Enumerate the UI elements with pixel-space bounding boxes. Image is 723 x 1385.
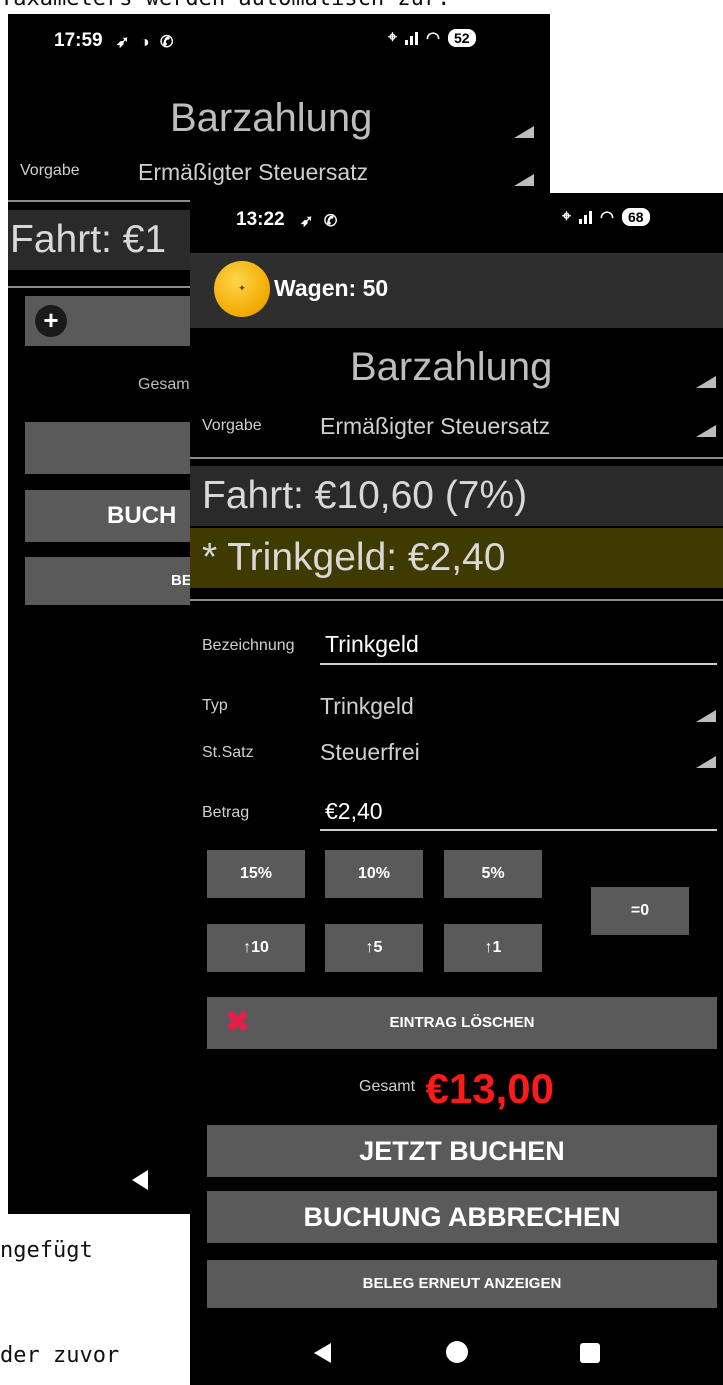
- bird-icon: ➶: [300, 213, 314, 230]
- moon-icon: ◑: [139, 34, 150, 51]
- amount-input-underline: [320, 829, 717, 831]
- preset-label: Vorgabe: [202, 417, 262, 434]
- front-phone-screenshot: 13:22 ➶ ✆ ⌖ ◠ 68 ✦ Wagen: 50 Barzahlung …: [190, 193, 723, 1385]
- delete-x-icon: ✖: [225, 1006, 251, 1039]
- tax-rate-select[interactable]: Steuerfrei: [320, 739, 420, 766]
- preset-select[interactable]: Ermäßigter Steuersatz: [138, 159, 368, 186]
- status-bar: 17:59 ➶ ◑ ✆ ⌖ ◠ 52: [8, 14, 550, 74]
- location-icon: ⌖: [388, 29, 398, 46]
- book-now-button[interactable]: JETZT BUCHEN: [207, 1125, 717, 1177]
- amount-input[interactable]: €2,40: [325, 798, 383, 825]
- line-item-tip-selected[interactable]: * Trinkgeld: €2,40: [190, 528, 723, 588]
- reset-zero-button[interactable]: =0: [591, 887, 689, 935]
- name-input[interactable]: Trinkgeld: [325, 631, 419, 658]
- location-icon: ⌖: [562, 208, 572, 225]
- app-logo: ✦: [214, 261, 270, 317]
- status-time: 13:22: [236, 209, 285, 230]
- name-label: Bezeichnung: [202, 637, 295, 654]
- round-up-5-button[interactable]: ↑5: [325, 924, 423, 972]
- amount-label: Betrag: [202, 804, 250, 821]
- back-nav-icon[interactable]: [314, 1343, 331, 1363]
- tip-10-percent-button[interactable]: 10%: [325, 850, 423, 898]
- app-bar: ✦ Wagen: 50: [190, 253, 723, 328]
- total-label-partial: Gesam: [138, 376, 190, 393]
- payment-method-select[interactable]: Barzahlung: [350, 345, 552, 390]
- background-text-mid: ngefügt: [0, 1238, 93, 1263]
- cancel-booking-button[interactable]: BUCHUNG ABBRECHEN: [207, 1191, 717, 1243]
- dropdown-arrow-icon: [514, 126, 534, 138]
- notification-icons: ➶ ◑ ✆: [116, 32, 173, 52]
- home-nav-icon[interactable]: [446, 1341, 468, 1363]
- divider: [190, 599, 723, 601]
- tip-15-percent-button[interactable]: 15%: [207, 850, 305, 898]
- total-amount: €13,00: [425, 1065, 554, 1112]
- status-bar: 13:22 ➶ ✆ ⌖ ◠ 68: [190, 193, 723, 253]
- total-row: Gesamt €13,00: [190, 1065, 723, 1113]
- notification-icons: ➶ ✆: [300, 211, 337, 231]
- battery-icon: 68: [621, 208, 650, 226]
- dropdown-arrow-icon: [696, 710, 716, 722]
- system-nav-bar: [190, 1323, 723, 1385]
- system-icons: ⌖ ◠ 52: [388, 28, 476, 48]
- battery-icon: 52: [447, 29, 476, 47]
- type-select[interactable]: Trinkgeld: [320, 693, 414, 720]
- wifi-icon: ◠: [600, 209, 614, 226]
- preset-label: Vorgabe: [20, 162, 80, 179]
- total-label: Gesamt: [359, 1078, 416, 1095]
- bird-icon: ➶: [116, 34, 130, 51]
- call-icon: ✆: [323, 213, 338, 230]
- delete-entry-button[interactable]: ✖ EINTRAG LÖSCHEN: [207, 997, 717, 1049]
- plus-icon: +: [35, 305, 67, 337]
- signal-icon: [579, 210, 593, 224]
- status-time: 17:59: [54, 30, 103, 51]
- background-text-bottom: der zuvor: [0, 1343, 120, 1368]
- call-icon: ✆: [159, 34, 174, 51]
- recents-nav-icon[interactable]: [580, 1343, 600, 1363]
- wifi-icon: ◠: [426, 30, 440, 47]
- vehicle-title: Wagen: 50: [274, 275, 389, 301]
- dropdown-arrow-icon: [514, 174, 534, 186]
- back-nav-icon[interactable]: [132, 1170, 148, 1190]
- show-receipt-again-button[interactable]: BELEG ERNEUT ANZEIGEN: [207, 1260, 717, 1308]
- background-text-top: Taxameters werden automatisch zur.: [0, 0, 450, 11]
- tip-5-percent-button[interactable]: 5%: [444, 850, 542, 898]
- name-input-underline: [320, 663, 717, 665]
- dropdown-arrow-icon: [696, 376, 716, 388]
- signal-icon: [405, 31, 419, 45]
- type-label: Typ: [202, 697, 228, 714]
- dropdown-arrow-icon: [696, 425, 716, 437]
- payment-method-select[interactable]: Barzahlung: [170, 96, 372, 141]
- system-icons: ⌖ ◠ 68: [562, 207, 650, 227]
- round-up-1-button[interactable]: ↑1: [444, 924, 542, 972]
- delete-entry-label: EINTRAG LÖSCHEN: [389, 1014, 535, 1031]
- preset-select[interactable]: Ermäßigter Steuersatz: [320, 413, 550, 440]
- tax-rate-label: St.Satz: [202, 744, 254, 761]
- dropdown-arrow-icon: [696, 756, 716, 768]
- divider: [190, 457, 723, 459]
- round-up-10-button[interactable]: ↑10: [207, 924, 305, 972]
- line-item-fare[interactable]: Fahrt: €10,60 (7%): [190, 466, 723, 526]
